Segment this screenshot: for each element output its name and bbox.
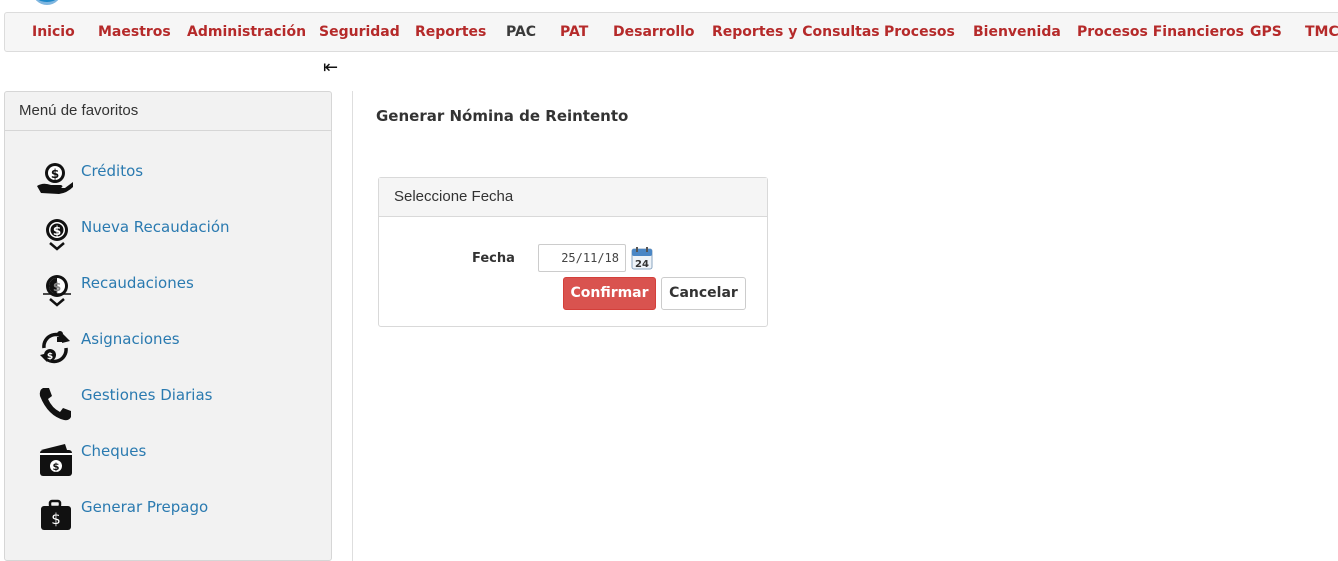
wallet-icon: $ — [35, 440, 75, 480]
calendar-day-text: 24 — [635, 259, 649, 270]
nav-pac[interactable]: PAC — [506, 13, 536, 51]
svg-text:$: $ — [47, 352, 53, 362]
nav-seguridad[interactable]: Seguridad — [319, 13, 400, 51]
svg-text:$: $ — [51, 167, 59, 181]
confirm-button[interactable]: Confirmar — [563, 277, 656, 310]
favorites-panel: Menú de favoritos $ Créditos $ Nueva Rec… — [4, 91, 332, 561]
nav-reportes-consultas[interactable]: Reportes y Consultas — [712, 13, 880, 51]
favorite-nueva-recaudacion-label: Nueva Recaudación — [81, 218, 230, 236]
svg-text:$: $ — [53, 224, 61, 238]
cancel-button[interactable]: Cancelar — [661, 277, 746, 310]
nav-maestros[interactable]: Maestros — [98, 13, 171, 51]
nav-tmc[interactable]: TMC — [1305, 13, 1338, 51]
app-logo — [32, 0, 62, 5]
cycle-money-icon: $ — [35, 328, 75, 368]
nav-desarrollo[interactable]: Desarrollo — [613, 13, 695, 51]
svg-text:$: $ — [53, 280, 61, 294]
nav-bienvenida[interactable]: Bienvenida — [973, 13, 1061, 51]
nav-administracion[interactable]: Administración — [187, 13, 306, 51]
nav-gps[interactable]: GPS — [1250, 13, 1282, 51]
coin-download-icon: $ — [35, 272, 75, 312]
favorite-generar-prepago-label: Generar Prepago — [81, 498, 209, 516]
date-field-label: Fecha — [472, 251, 515, 266]
phone-icon — [35, 384, 75, 424]
favorite-creditos-label: Créditos — [81, 162, 144, 180]
page-title: Generar Nómina de Reintento — [376, 107, 629, 125]
collapse-sidebar-icon[interactable]: ⇤ — [323, 58, 338, 78]
favorite-cheques-label: Cheques — [81, 442, 147, 460]
svg-text:$: $ — [53, 462, 60, 473]
nav-reportes[interactable]: Reportes — [415, 13, 486, 51]
panel-title: Seleccione Fecha — [379, 178, 767, 217]
nav-inicio[interactable]: Inicio — [32, 13, 75, 51]
favorite-asignaciones-label: Asignaciones — [81, 330, 180, 348]
nav-procesos[interactable]: Procesos — [884, 13, 955, 51]
coin-download-icon: $ — [35, 216, 75, 256]
favorite-gestiones-diarias-label: Gestiones Diarias — [81, 386, 213, 404]
favorite-recaudaciones-label: Recaudaciones — [81, 274, 194, 292]
svg-text:$: $ — [51, 510, 61, 528]
top-navbar: Inicio Maestros Administración Seguridad… — [4, 12, 1338, 52]
favorites-title: Menú de favoritos — [5, 92, 331, 131]
briefcase-money-icon: $ — [35, 496, 75, 536]
nav-pat[interactable]: PAT — [560, 13, 588, 51]
calendar-icon[interactable]: 24 — [631, 246, 653, 270]
nav-procesos-financieros[interactable]: Procesos Financieros — [1077, 13, 1244, 51]
select-date-panel: Seleccione Fecha Fecha 24 Confirmar Canc… — [378, 177, 768, 327]
date-input[interactable] — [538, 244, 626, 272]
hand-money-icon: $ — [35, 160, 75, 200]
content-divider — [352, 91, 353, 561]
